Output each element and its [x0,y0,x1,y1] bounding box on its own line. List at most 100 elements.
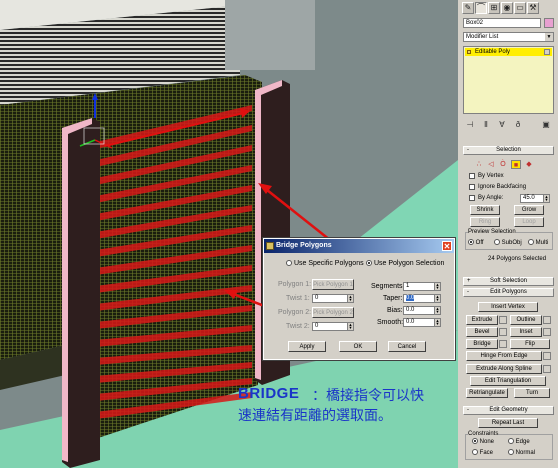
constraint-edge-radio[interactable]: Edge [508,438,530,446]
object-color-swatch[interactable] [544,18,554,28]
angle-spinner[interactable]: 45.0 ▲ ▼ [520,194,550,203]
utilities-tab-icon[interactable]: ⚒ [527,2,539,14]
mode-selection-radio[interactable]: Use Polygon Selection [366,260,444,267]
cancel-button[interactable]: Cancel [388,341,426,352]
edge-mode-icon[interactable]: ◁ [486,160,496,169]
configure-sets-icon[interactable]: ▣ [540,120,552,130]
preview-multi-radio[interactable]: Multi [528,239,548,247]
mode-specific-radio[interactable]: Use Specific Polygons [286,260,364,267]
hinge-from-edge-button[interactable]: Hinge From Edge [466,351,551,361]
radio-selected-icon [472,438,478,445]
dialog-titlebar[interactable]: Bridge Polygons ✕ [264,239,454,253]
insert-vertex-button[interactable]: Insert Vertex [478,302,538,312]
remove-modifier-icon[interactable]: ð [512,120,524,130]
turn-button[interactable]: Turn [514,388,550,398]
border-mode-icon[interactable]: Ò [498,160,508,169]
annotation-line1: ：橋接指令可以快 [312,387,424,403]
by-angle-label: By Angle: [478,195,504,201]
extrude-along-spline-button[interactable]: Extrude Along Spline [466,364,551,374]
bridge-polygons-dialog: Bridge Polygons ✕ Use Specific Polygons … [262,237,456,361]
show-end-result-icon[interactable]: Ⅱ [480,120,492,130]
hinge-settings-icon[interactable] [543,352,551,360]
dialog-app-icon [266,242,274,250]
radio-selected-icon [468,239,474,246]
bias-spinner[interactable]: 0.0 ▲ ▼ [403,306,441,315]
preview-subobj-radio[interactable]: SubObj [494,239,522,247]
twist1-label: Twist 1: [286,295,310,302]
extrude-button[interactable]: Extrude [466,315,507,325]
extrude-spline-settings-icon[interactable] [543,365,551,373]
inset-settings-icon[interactable] [543,328,551,336]
inset-button[interactable]: Inset [510,327,551,337]
selection-rollout-header[interactable]: - Selection [463,146,554,155]
display-tab-icon[interactable]: ▭ [514,2,526,14]
segments-label: Segments: [371,283,405,290]
flip-button[interactable]: Flip [510,339,550,349]
hierarchy-tab-icon[interactable]: ⊞ [488,2,500,14]
annotation-keyword: BRIDGE [238,385,300,402]
soft-selection-rollout-header[interactable]: + Soft Selection [463,277,554,286]
dialog-title: Bridge Polygons [276,242,332,249]
chevron-down-icon: ▼ [545,33,553,41]
loop-button[interactable]: Loop [514,217,544,227]
shrink-button[interactable]: Shrink [470,205,500,215]
grow-button[interactable]: Grow [514,205,544,215]
selection-status: 24 Polygons Selected [488,256,547,262]
radio-icon [508,438,514,445]
twist2-spinner[interactable]: 0 ▲ ▼ [312,322,354,331]
edit-polygons-rollout-header[interactable]: - Edit Polygons [463,288,554,297]
object-name-field[interactable]: Box02 [463,18,541,28]
bridge-settings-icon[interactable] [499,340,507,348]
pin-stack-icon[interactable]: ⊣ [464,120,476,130]
outline-settings-icon[interactable] [543,316,551,324]
create-tab-icon[interactable]: ✎ [462,2,474,14]
polygon1-label: Polygon 1: [278,281,312,288]
bevel-button[interactable]: Bevel [466,327,507,337]
smooth-spinner[interactable]: 0.0 ▲ ▼ [403,318,441,327]
twist1-spinner[interactable]: 0 ▲ ▼ [312,294,354,303]
close-icon[interactable]: ✕ [442,241,452,251]
vertex-mode-icon[interactable]: ∴ [474,160,484,169]
element-mode-icon[interactable]: ◆ [524,160,534,169]
polygon-mode-icon[interactable]: ■ [511,160,521,169]
outline-button[interactable]: Outline [510,315,551,325]
apply-button[interactable]: Apply [288,341,326,352]
preview-selection-label: Preview Selection [468,228,516,236]
smooth-label: Smooth: [377,319,404,326]
ignore-backfacing-label: Ignore Backfacing [478,184,527,190]
extrude-settings-icon[interactable] [499,316,507,324]
edit-triangulation-button[interactable]: Edit Triangulation [470,376,546,386]
viewport-3d[interactable]: BRIDGE ：橋接指令可以快 速連結有距離的選取面。 Bridge Polyg… [0,0,458,468]
by-angle-checkbox[interactable] [469,195,475,201]
radio-icon [472,449,478,456]
radio-icon [286,260,292,267]
pick-polygon2-button[interactable]: Pick Polygon 2 [312,307,354,318]
radio-icon [528,239,534,246]
constraint-face-radio[interactable]: Face [472,449,493,457]
mode-selection-label: Use Polygon Selection [373,260,445,267]
polygon2-label: Polygon 2: [278,309,312,316]
preview-off-radio[interactable]: Off [468,239,484,247]
constraint-normal-radio[interactable]: Normal [508,449,535,457]
edit-geometry-rollout-header[interactable]: - Edit Geometry [463,406,554,415]
modifier-list-label: Modifier List [466,34,499,40]
taper-spinner[interactable]: 0.0 ▲ ▼ [403,294,441,303]
stack-item-label: Editable Poly [475,49,511,55]
modifier-list-dropdown[interactable]: Modifier List ▼ [463,32,554,42]
ok-button[interactable]: OK [339,341,377,352]
bridge-button[interactable]: Bridge [466,339,507,349]
constraint-none-radio[interactable]: None [472,438,494,446]
ignore-backfacing-checkbox[interactable] [469,184,475,190]
pick-polygon1-button[interactable]: Pick Polygon 1 [312,279,354,290]
segments-spinner[interactable]: 1 ▲ ▼ [403,282,441,291]
retriangulate-button[interactable]: Retriangulate [466,388,508,398]
stack-item-editable-poly[interactable]: Editable Poly [465,48,552,56]
modify-tab-icon[interactable]: ⌒ [475,2,487,14]
by-vertex-checkbox[interactable] [469,173,475,179]
ring-button[interactable]: Ring [470,217,500,227]
command-panel: ✎ ⌒ ⊞ ◉ ▭ ⚒ Box02 Modifier List ▼ Editab… [458,0,558,468]
bevel-settings-icon[interactable] [499,328,507,336]
motion-tab-icon[interactable]: ◉ [501,2,513,14]
make-unique-icon[interactable]: ∀ [496,120,508,130]
repeat-last-button[interactable]: Repeat Last [478,418,538,428]
